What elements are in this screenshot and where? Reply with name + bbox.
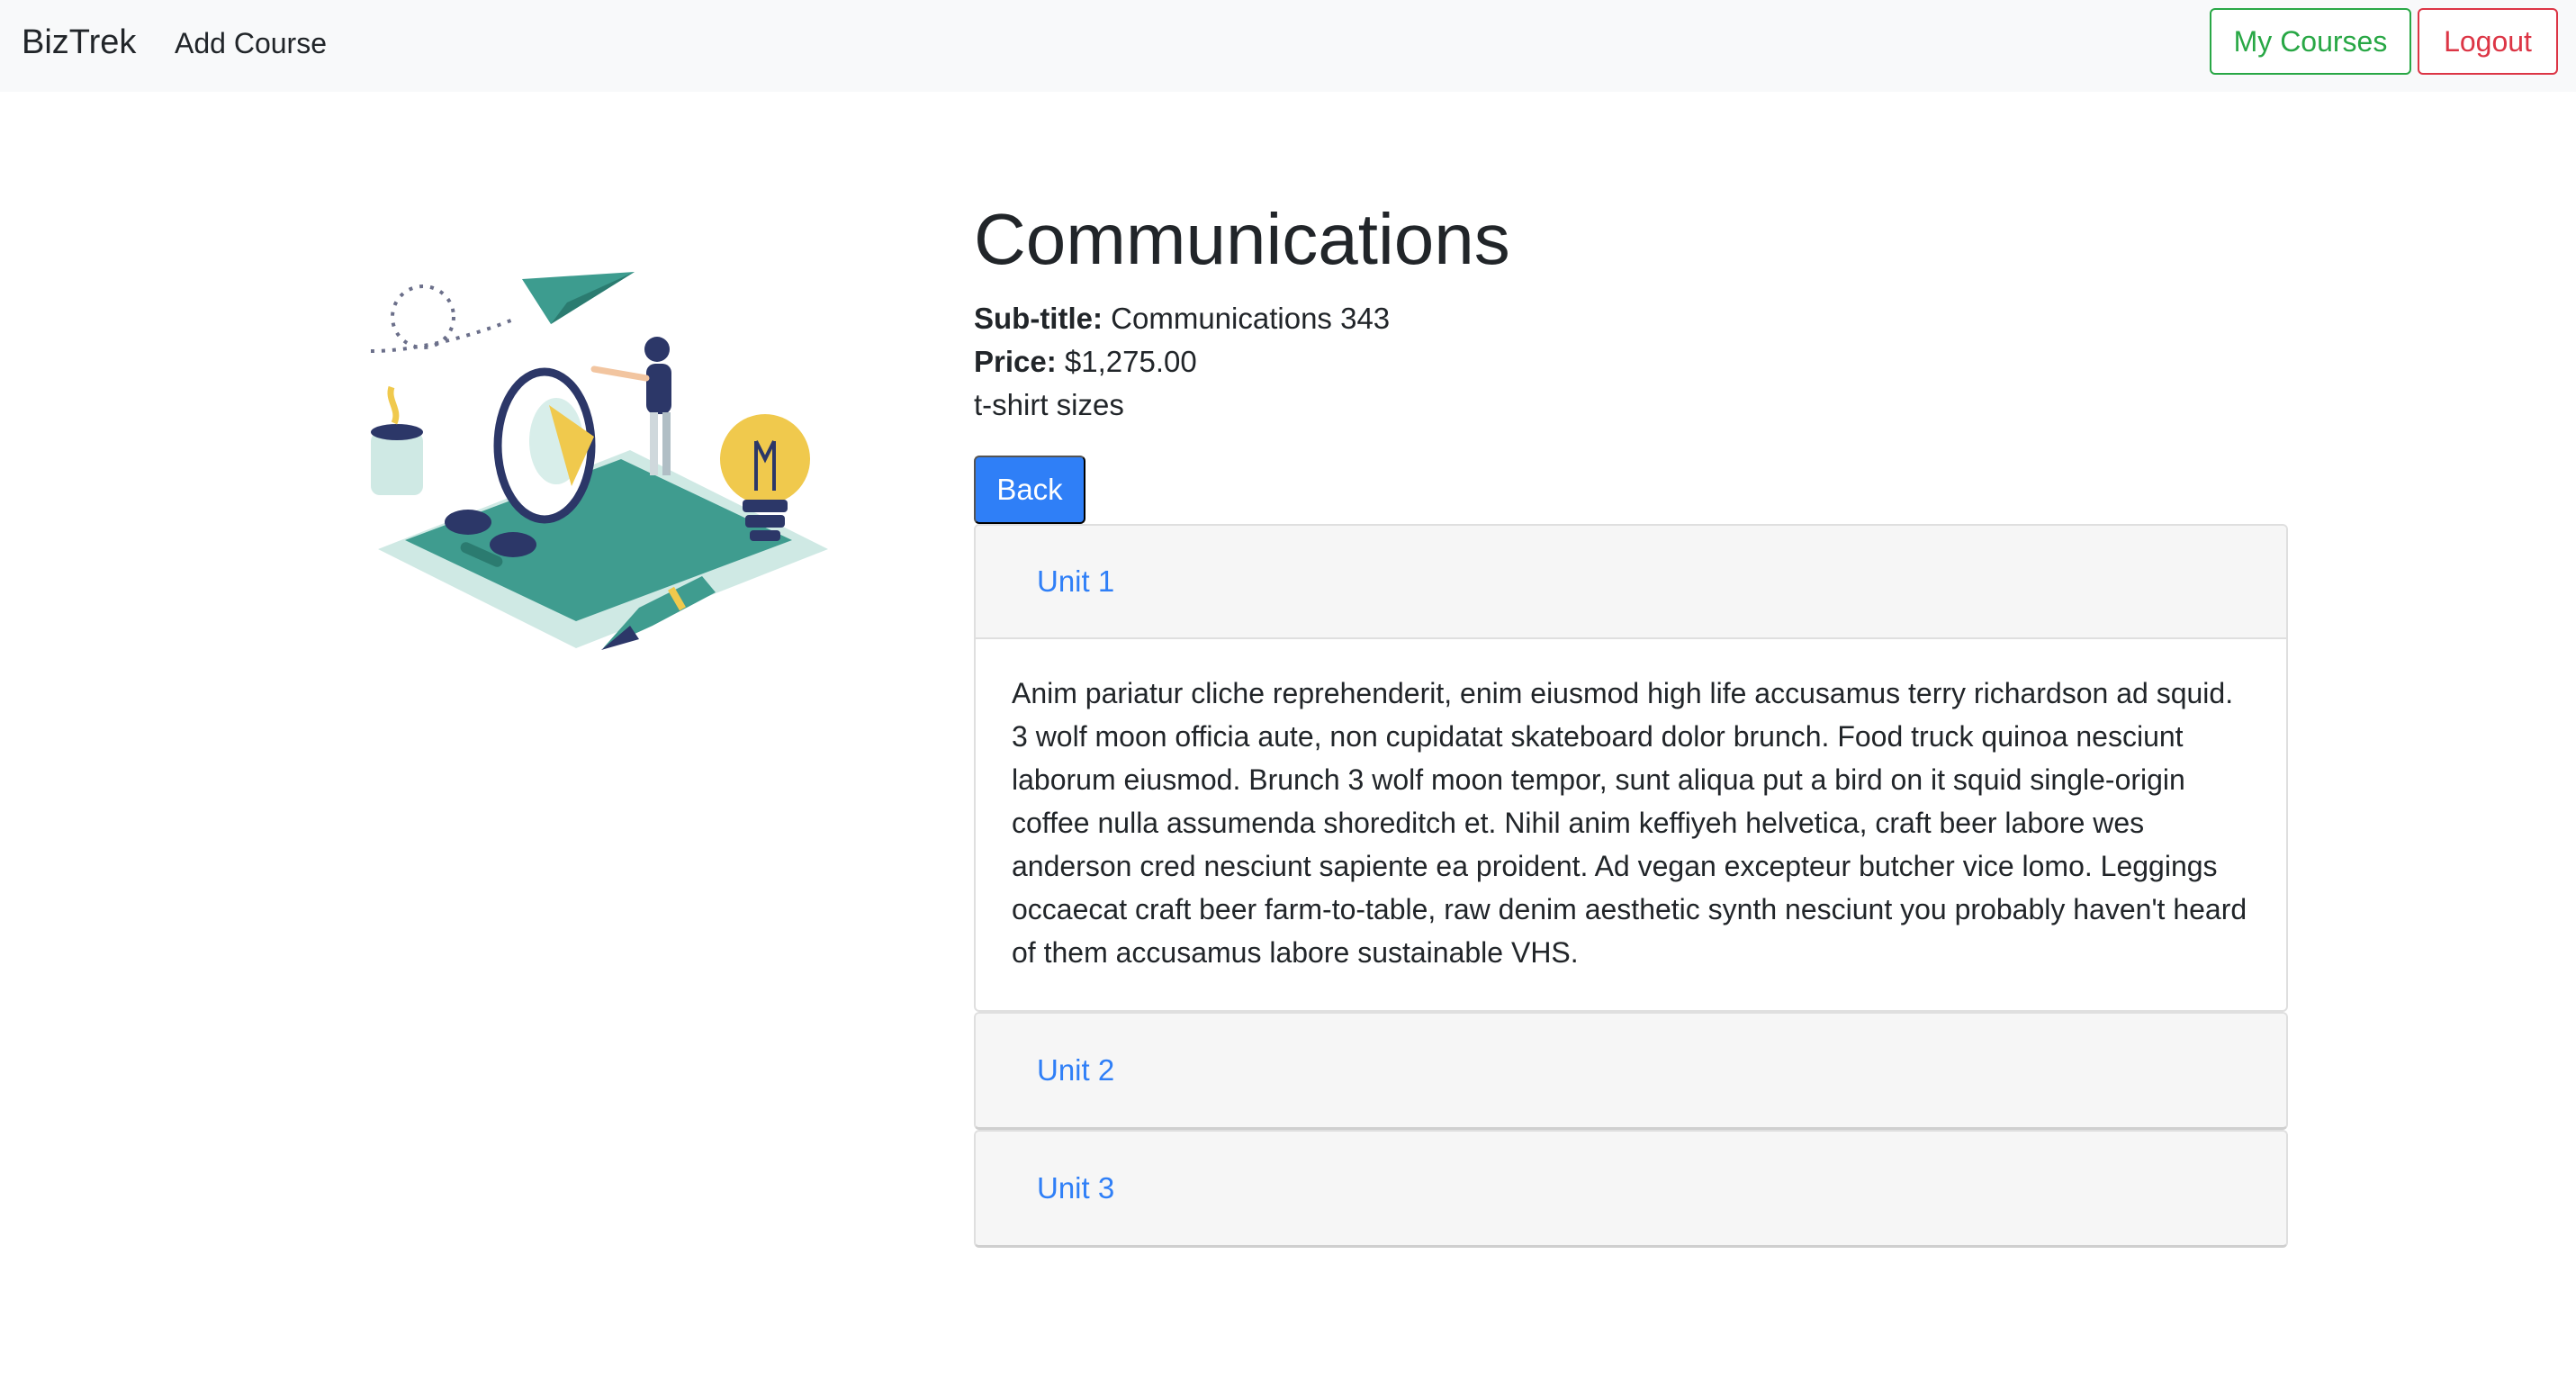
unit-1-body: Anim pariatur cliche reprehenderit, enim… — [1012, 677, 2247, 969]
back-button[interactable]: Back — [974, 456, 1085, 524]
my-courses-button[interactable]: My Courses — [2210, 8, 2411, 75]
price-value: $1,275.00 — [1064, 345, 1197, 378]
unit-card: Unit 1 Anim pariatur cliche reprehenderi… — [974, 524, 2288, 1012]
logout-button[interactable]: Logout — [2418, 8, 2558, 75]
brand-link[interactable]: BizTrek — [22, 22, 136, 63]
unit-card: Unit 3 — [974, 1130, 2288, 1248]
course-title: Communications — [974, 199, 1510, 279]
megaphone-phone-illustration-icon — [370, 272, 828, 650]
course-image — [360, 252, 864, 666]
subtitle-label: Sub-title: — [974, 302, 1103, 335]
add-course-link[interactable]: Add Course — [175, 25, 327, 61]
unit-2-header[interactable]: Unit 2 — [976, 1014, 2286, 1127]
unit-3-header[interactable]: Unit 3 — [976, 1132, 2286, 1245]
unit-card: Unit 2 — [974, 1012, 2288, 1130]
price-label: Price: — [974, 345, 1057, 378]
price-row: Price: $1,275.00 — [974, 342, 1197, 382]
subtitle-row: Sub-title: Communications 343 — [974, 299, 1390, 338]
course-description: t-shirt sizes — [974, 388, 1124, 421]
subtitle-value: Communications 343 — [1111, 302, 1391, 335]
navbar: BizTrek Add Course My Courses Logout — [0, 0, 2576, 92]
unit-1-header[interactable]: Unit 1 — [976, 526, 2286, 639]
units-accordion: Unit 1 Anim pariatur cliche reprehenderi… — [974, 524, 2288, 1248]
